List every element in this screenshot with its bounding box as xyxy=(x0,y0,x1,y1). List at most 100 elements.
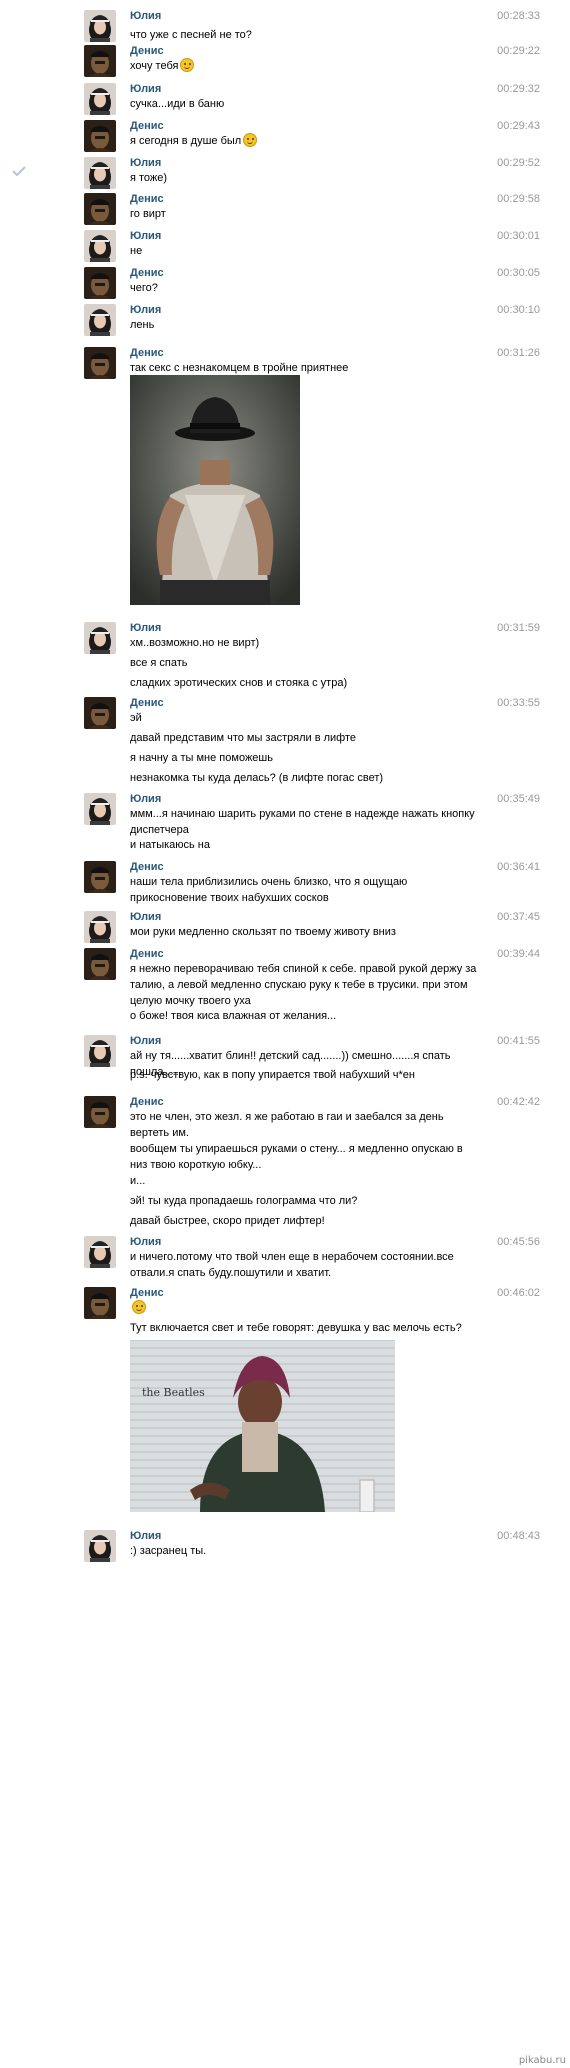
message: Денис 00:33:55 xyxy=(0,697,570,707)
message: Юлия 00:28:33 xyxy=(0,10,570,20)
avatar[interactable] xyxy=(84,1035,116,1067)
avatar[interactable] xyxy=(84,697,116,729)
message-text: я тоже) xyxy=(130,172,168,184)
read-check-icon xyxy=(12,166,26,177)
sender-name[interactable]: Юлия xyxy=(130,793,161,806)
message-text: давай быстрее, скоро придет лифтер! xyxy=(130,1215,325,1227)
sender-name[interactable]: Денис xyxy=(130,861,164,874)
smile-emoji-icon xyxy=(180,58,195,72)
sender-name[interactable]: Денис xyxy=(130,1287,164,1300)
message: Денис 00:42:42 xyxy=(0,1096,570,1106)
message-time: 00:35:49 xyxy=(497,793,540,805)
watermark: pikabu.ru xyxy=(518,2055,566,2066)
sender-name[interactable]: Денис xyxy=(130,267,164,280)
message-text: это не член, это жезл. я же работаю в га… xyxy=(130,1111,444,1139)
photo-graffiti-text: the Beatles xyxy=(142,1386,205,1399)
sender-name[interactable]: Юлия xyxy=(130,911,161,924)
sender-name[interactable]: Денис xyxy=(130,120,164,133)
message-text: я начну а ты мне поможешь xyxy=(130,752,273,764)
sender-name[interactable]: Юлия xyxy=(130,1236,161,1249)
avatar[interactable] xyxy=(84,193,116,225)
sender-name[interactable]: Денис xyxy=(130,697,164,710)
message-text: и... xyxy=(130,1175,146,1187)
avatar[interactable] xyxy=(84,157,116,189)
message-text: мои руки медленно скользят по твоему жив… xyxy=(130,926,396,938)
message-text: лень xyxy=(130,319,155,331)
message-time: 00:45:56 xyxy=(497,1236,540,1248)
message-text: Тут включается свет и тебе говорят: деву… xyxy=(130,1322,462,1334)
message-time: 00:29:43 xyxy=(497,120,540,132)
message-text: эй xyxy=(130,712,142,724)
message: Денис 00:30:05 xyxy=(0,267,570,277)
message-time: 00:42:42 xyxy=(497,1096,540,1108)
message-time: 00:36:41 xyxy=(497,861,540,873)
sender-name[interactable]: Юлия xyxy=(130,622,161,635)
sender-name[interactable]: Юлия xyxy=(130,157,161,170)
sender-name[interactable]: Юлия xyxy=(130,230,161,243)
avatar[interactable] xyxy=(84,267,116,299)
avatar[interactable] xyxy=(84,45,116,77)
message: Юлия 00:37:45 xyxy=(0,911,570,921)
message-text: :) засранец ты. xyxy=(130,1545,207,1557)
message-text: я сегодня в душе был xyxy=(130,133,480,149)
message: Юлия 00:30:01 xyxy=(0,230,570,240)
message: Юлия 00:41:55 xyxy=(0,1035,570,1045)
smile-emoji-icon xyxy=(132,1300,146,1314)
message: Юлия 00:45:56 xyxy=(0,1236,570,1246)
sender-name[interactable]: Денис xyxy=(130,347,164,360)
sender-name[interactable]: Юлия xyxy=(130,1530,161,1543)
message: Юлия 00:48:43 xyxy=(0,1530,570,1540)
sender-name[interactable]: Юлия xyxy=(130,1035,161,1048)
avatar[interactable] xyxy=(84,1096,116,1128)
message: Денис 00:39:44 xyxy=(0,948,570,958)
avatar[interactable] xyxy=(84,1530,116,1562)
message: Денис 00:36:41 xyxy=(0,861,570,871)
message-time: 00:30:01 xyxy=(497,230,540,242)
sender-name[interactable]: Денис xyxy=(130,193,164,206)
avatar[interactable] xyxy=(84,622,116,654)
attached-photo-beggar[interactable]: the Beatles xyxy=(130,1340,395,1515)
message-time: 00:37:45 xyxy=(497,911,540,923)
message-time: 00:39:44 xyxy=(497,948,540,960)
message-time: 00:30:05 xyxy=(497,267,540,279)
message-time: 00:28:33 xyxy=(497,10,540,22)
avatar[interactable] xyxy=(84,347,116,379)
message: Юлия 00:30:10 xyxy=(0,304,570,314)
message-text: ммм...я начинаю шарить руками по стене в… xyxy=(130,808,475,836)
message-text: сладких эротических снов и стояка с утра… xyxy=(130,677,348,689)
message: Денис 00:29:58 xyxy=(0,193,570,203)
avatar[interactable] xyxy=(84,793,116,825)
message-text: и натыкаюсь на xyxy=(130,839,210,851)
avatar[interactable] xyxy=(84,948,116,980)
message-text: давай представим что мы застряли в лифте xyxy=(130,732,356,744)
sender-name[interactable]: Юлия xyxy=(130,83,161,96)
avatar[interactable] xyxy=(84,83,116,115)
message-text: эй! ты куда пропадаешь голограмма что ли… xyxy=(130,1195,358,1207)
message: Юлия 00:29:52 xyxy=(0,157,570,167)
message-text: что уже с песней не то? xyxy=(130,29,252,41)
message-text: наши тела приблизились очень близко, что… xyxy=(130,876,408,904)
avatar[interactable] xyxy=(84,10,116,42)
message-time: 00:48:43 xyxy=(497,1530,540,1542)
avatar[interactable] xyxy=(84,230,116,262)
message-time: 00:29:22 xyxy=(497,45,540,57)
avatar[interactable] xyxy=(84,1236,116,1268)
message-text: и ничего.потому что твой член еще в нера… xyxy=(130,1251,454,1279)
avatar[interactable] xyxy=(84,120,116,152)
sender-name[interactable]: Денис xyxy=(130,948,164,961)
message-text: p.s. чувствую, как в попу упирается твой… xyxy=(130,1069,415,1081)
avatar[interactable] xyxy=(84,1287,116,1319)
sender-name[interactable]: Денис xyxy=(130,1096,164,1109)
attached-photo-man-in-hat[interactable] xyxy=(130,375,300,608)
message: Юлия 00:29:32 xyxy=(0,83,570,93)
avatar[interactable] xyxy=(84,861,116,893)
sender-name[interactable]: Денис xyxy=(130,45,164,58)
avatar[interactable] xyxy=(84,304,116,336)
message-text xyxy=(130,1300,480,1316)
avatar[interactable] xyxy=(84,911,116,943)
message-text: хм..возможно.но не вирт) xyxy=(130,637,260,649)
message-time: 00:30:10 xyxy=(497,304,540,316)
sender-name[interactable]: Юлия xyxy=(130,304,161,317)
sender-name[interactable]: Юлия xyxy=(130,10,161,23)
message-time: 00:29:52 xyxy=(497,157,540,169)
